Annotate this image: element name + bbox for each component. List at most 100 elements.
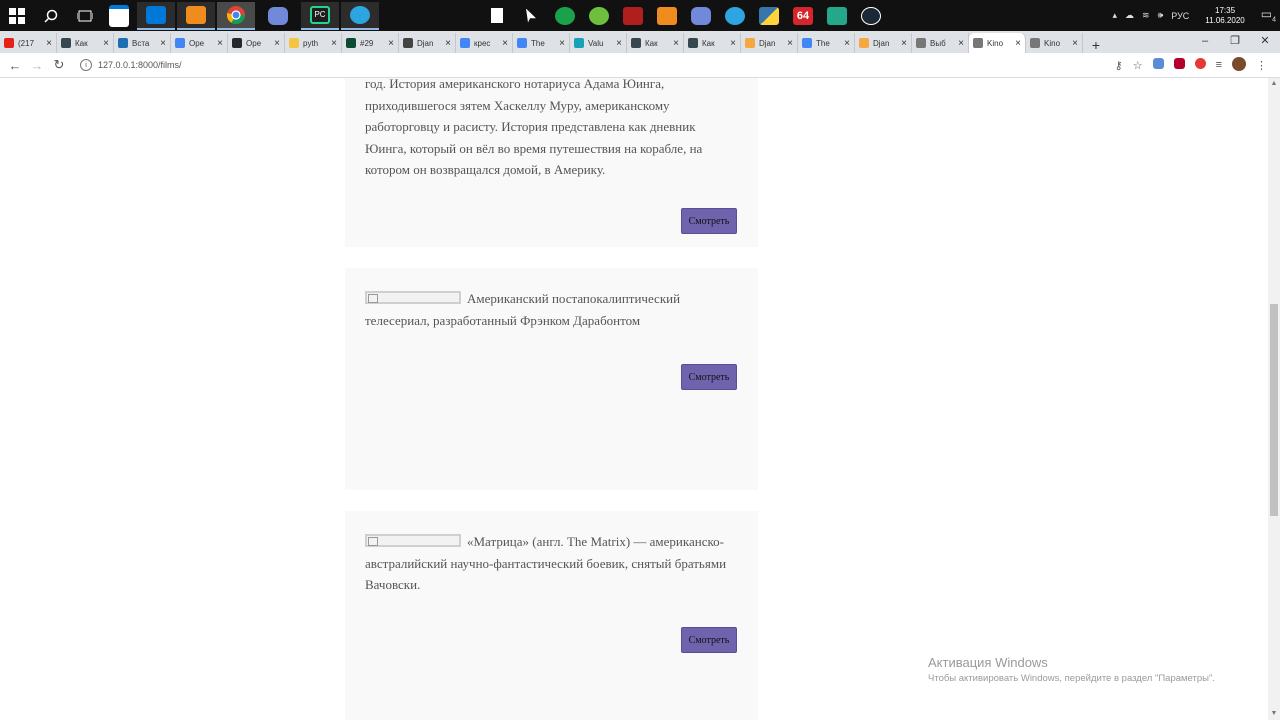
- search-icon[interactable]: [37, 5, 65, 27]
- tab-close-icon[interactable]: ×: [787, 38, 793, 49]
- tab-close-icon[interactable]: ×: [160, 38, 166, 49]
- reload-icon[interactable]: ↻: [48, 57, 70, 73]
- fps-monitor-icon[interactable]: [551, 5, 579, 27]
- key-icon[interactable]: ⚷: [1115, 59, 1123, 72]
- chrome-app-icon[interactable]: [217, 1, 255, 30]
- browser-tab[interactable]: #29 ×: [342, 33, 399, 53]
- watch-button[interactable]: Смотреть: [681, 627, 737, 653]
- tab-close-icon[interactable]: ×: [445, 38, 451, 49]
- steam-icon[interactable]: [857, 5, 885, 27]
- browser-tab[interactable]: Как ×: [57, 33, 114, 53]
- browser-tab[interactable]: Ope ×: [228, 33, 285, 53]
- browser-tab-strip: (217 × Как × Вста × Ope × Ope × pyth × #29 × Djan × крес…: [0, 31, 1280, 53]
- tab-close-icon[interactable]: ×: [331, 38, 337, 49]
- tab-close-icon[interactable]: ×: [274, 38, 280, 49]
- python-icon[interactable]: [755, 5, 783, 27]
- browser-tab[interactable]: Ope ×: [171, 33, 228, 53]
- browser-tab[interactable]: Kino ×: [1026, 33, 1083, 53]
- tab-favicon-icon: [289, 38, 299, 48]
- task-view-icon[interactable]: [71, 5, 99, 27]
- windows-activation-watermark: Активация Windows Чтобы активировать Win…: [928, 655, 1215, 684]
- tab-close-icon[interactable]: ×: [958, 38, 964, 49]
- file-icon[interactable]: [483, 5, 511, 27]
- tab-close-icon[interactable]: ×: [217, 38, 223, 49]
- aida64-icon[interactable]: 64: [789, 5, 817, 27]
- film-card: «Матрица» (англ. The Matrix) — американс…: [345, 511, 758, 720]
- info-icon[interactable]: i: [80, 59, 92, 71]
- tab-close-icon[interactable]: ×: [844, 38, 850, 49]
- tab-close-icon[interactable]: ×: [730, 38, 736, 49]
- browser-tab[interactable]: Valu ×: [570, 33, 627, 53]
- browser-tab[interactable]: The ×: [798, 33, 855, 53]
- telegram-icon[interactable]: [721, 5, 749, 27]
- cursor-tool-icon[interactable]: [517, 5, 545, 27]
- browser-tab[interactable]: The ×: [513, 33, 570, 53]
- ublock-icon[interactable]: [1173, 58, 1185, 72]
- bookmark-star-icon[interactable]: ☆: [1133, 59, 1143, 72]
- reading-list-icon[interactable]: ≡: [1216, 59, 1222, 71]
- xbox-icon[interactable]: [585, 5, 613, 27]
- network-icon[interactable]: ≋: [1142, 10, 1150, 21]
- notifications-icon[interactable]: ▭4: [1261, 7, 1276, 23]
- browser-tab[interactable]: крес ×: [456, 33, 513, 53]
- browser-tab[interactable]: Как ×: [684, 33, 741, 53]
- telegram-app-icon[interactable]: [341, 1, 379, 30]
- extension-icon[interactable]: [1152, 58, 1164, 72]
- volume-icon[interactable]: 🕪: [1158, 10, 1164, 21]
- browser-tab[interactable]: Djan ×: [855, 33, 912, 53]
- language-indicator[interactable]: РУС: [1171, 11, 1189, 21]
- browser-tab[interactable]: pyth ×: [285, 33, 342, 53]
- tab-close-icon[interactable]: ×: [388, 38, 394, 49]
- tab-close-icon[interactable]: ×: [103, 38, 109, 49]
- discord-icon[interactable]: [264, 5, 292, 27]
- tab-close-icon[interactable]: ×: [616, 38, 622, 49]
- url-field[interactable]: i 127.0.0.1:8000/films/: [80, 59, 182, 71]
- scrollbar-thumb[interactable]: [1270, 304, 1278, 516]
- back-icon[interactable]: ←: [4, 58, 26, 73]
- scroll-up-arrow[interactable]: ▲: [1268, 78, 1280, 90]
- dota-icon[interactable]: [619, 5, 647, 27]
- browser-tab[interactable]: Выб ×: [912, 33, 969, 53]
- minimize-icon[interactable]: –: [1190, 31, 1220, 51]
- restore-icon[interactable]: ❐: [1220, 31, 1250, 51]
- windows-start-icon[interactable]: [3, 5, 31, 27]
- adblock-icon[interactable]: [1194, 58, 1206, 72]
- browser-tab[interactable]: Kino ×: [969, 33, 1026, 53]
- tab-close-icon[interactable]: ×: [559, 38, 565, 49]
- tab-close-icon[interactable]: ×: [673, 38, 679, 49]
- tab-close-icon[interactable]: ×: [46, 38, 52, 49]
- clock[interactable]: 17:35 11.06.2020: [1201, 6, 1248, 26]
- watch-button[interactable]: Смотреть: [681, 364, 737, 390]
- profile-avatar[interactable]: [1232, 56, 1246, 74]
- tab-close-icon[interactable]: ×: [901, 38, 907, 49]
- tab-favicon-icon: [631, 38, 641, 48]
- page-scrollbar[interactable]: ▲ ▼: [1268, 78, 1280, 720]
- browser-tab[interactable]: Вста ×: [114, 33, 171, 53]
- browser-tab[interactable]: Djan ×: [399, 33, 456, 53]
- close-window-icon[interactable]: ✕: [1250, 31, 1280, 51]
- tab-favicon-icon: [517, 38, 527, 48]
- tab-title: The: [531, 38, 545, 48]
- browser-tab[interactable]: Djan ×: [741, 33, 798, 53]
- watch-button[interactable]: Смотреть: [681, 208, 737, 234]
- discord-tray-icon[interactable]: [687, 5, 715, 27]
- browser-tab[interactable]: (217 ×: [0, 33, 57, 53]
- chevron-up-icon[interactable]: ▴: [1113, 10, 1118, 21]
- new-tab-button[interactable]: +: [1083, 37, 1109, 53]
- tab-close-icon[interactable]: ×: [502, 38, 508, 49]
- film-card: Американский постапокалиптический телесе…: [345, 268, 758, 490]
- tab-title: Выб: [930, 38, 946, 48]
- browser-tab[interactable]: Как ×: [627, 33, 684, 53]
- tab-close-icon[interactable]: ×: [1015, 38, 1021, 49]
- scroll-down-arrow[interactable]: ▼: [1268, 708, 1280, 720]
- pycharm-app-icon[interactable]: PC: [301, 1, 339, 30]
- store-icon[interactable]: [105, 4, 133, 27]
- cloud-icon[interactable]: ☁: [1125, 10, 1134, 21]
- sublime-icon[interactable]: [653, 5, 681, 27]
- sublime-app-icon[interactable]: [177, 1, 215, 30]
- gamepad-app-icon[interactable]: [823, 5, 851, 27]
- tab-close-icon[interactable]: ×: [1072, 38, 1078, 49]
- forward-icon[interactable]: →: [26, 58, 48, 73]
- menu-icon[interactable]: ⋮: [1256, 59, 1267, 72]
- mail-app-icon[interactable]: [137, 1, 175, 30]
